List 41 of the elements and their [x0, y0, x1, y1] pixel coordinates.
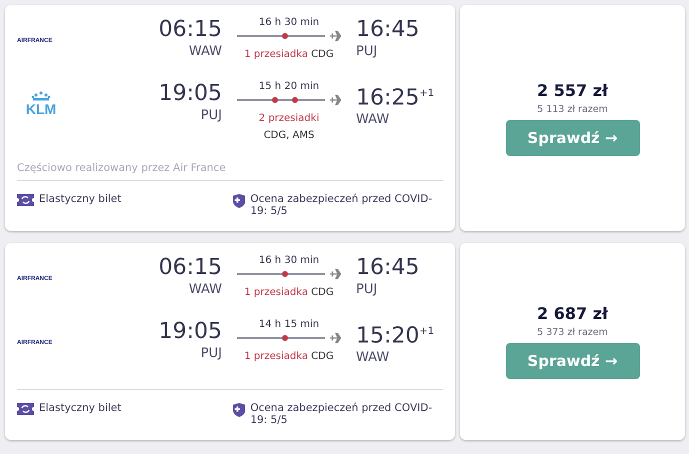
flight-duration: 15 h 20 min [258, 81, 320, 92]
departure-time: 19:05 [158, 81, 222, 107]
airport-code: WAW [356, 350, 390, 366]
shield-icon [233, 402, 246, 418]
departure-time: 19:05 [158, 319, 222, 345]
arrival-time: 16:25$^{+1}$ [356, 84, 436, 112]
total-price: 5 373 zł razem [537, 327, 608, 338]
feature-label: Ocena zabezpieczeń przed COVID-19: 5/5 [250, 193, 434, 217]
departure-time: 06:15 [158, 17, 222, 43]
flight-duration: 14 h 15 min [258, 319, 320, 330]
airline-logo: KLM [17, 91, 65, 117]
ticket-icon [17, 193, 34, 207]
airport-code: WAW [356, 112, 390, 128]
stops-label: 2 przesiadki [258, 112, 320, 126]
arrival-time: 16:45 [356, 17, 420, 43]
feature-label: Elastyczny bilet [39, 193, 122, 205]
price: 2 687 zł [537, 304, 608, 324]
total-price: 5 113 zł razem [537, 104, 608, 114]
airport-code: WAW [188, 282, 222, 297]
flight-duration: 16 h 30 min [258, 255, 320, 266]
arrival-time: 15:20$^{+1}$ [356, 322, 436, 350]
departure-time: 06:15 [158, 255, 222, 281]
arrival-time: 16:45 [356, 255, 420, 281]
airport-code: PUJ [200, 346, 222, 361]
operator-note: Częściowo realizowany przez Air France [17, 162, 443, 181]
flight-duration: 16 h 30 min [258, 17, 320, 28]
shield-icon [233, 193, 246, 209]
stop-airports: CDG, AMS [264, 129, 314, 143]
airport-code: PUJ [356, 282, 378, 297]
check-button[interactable]: Sprawdź → [506, 343, 640, 380]
price: 2 557 zł [537, 80, 608, 100]
feature-label: Elastyczny bilet [39, 402, 122, 414]
airport-code: PUJ [200, 108, 222, 123]
feature-label: Ocena zabezpieczeń przed COVID-19: 5/5 [250, 402, 434, 426]
stops-info: 1 przesiadka CDG [244, 48, 334, 62]
airport-code: WAW [188, 44, 222, 59]
stops-info: 1 przesiadka CDG [244, 350, 334, 364]
airport-code: PUJ [356, 44, 378, 59]
stops-info: 1 przesiadka CDG [244, 286, 334, 300]
check-button[interactable]: Sprawdź → [506, 120, 640, 156]
ticket-icon [17, 402, 34, 416]
